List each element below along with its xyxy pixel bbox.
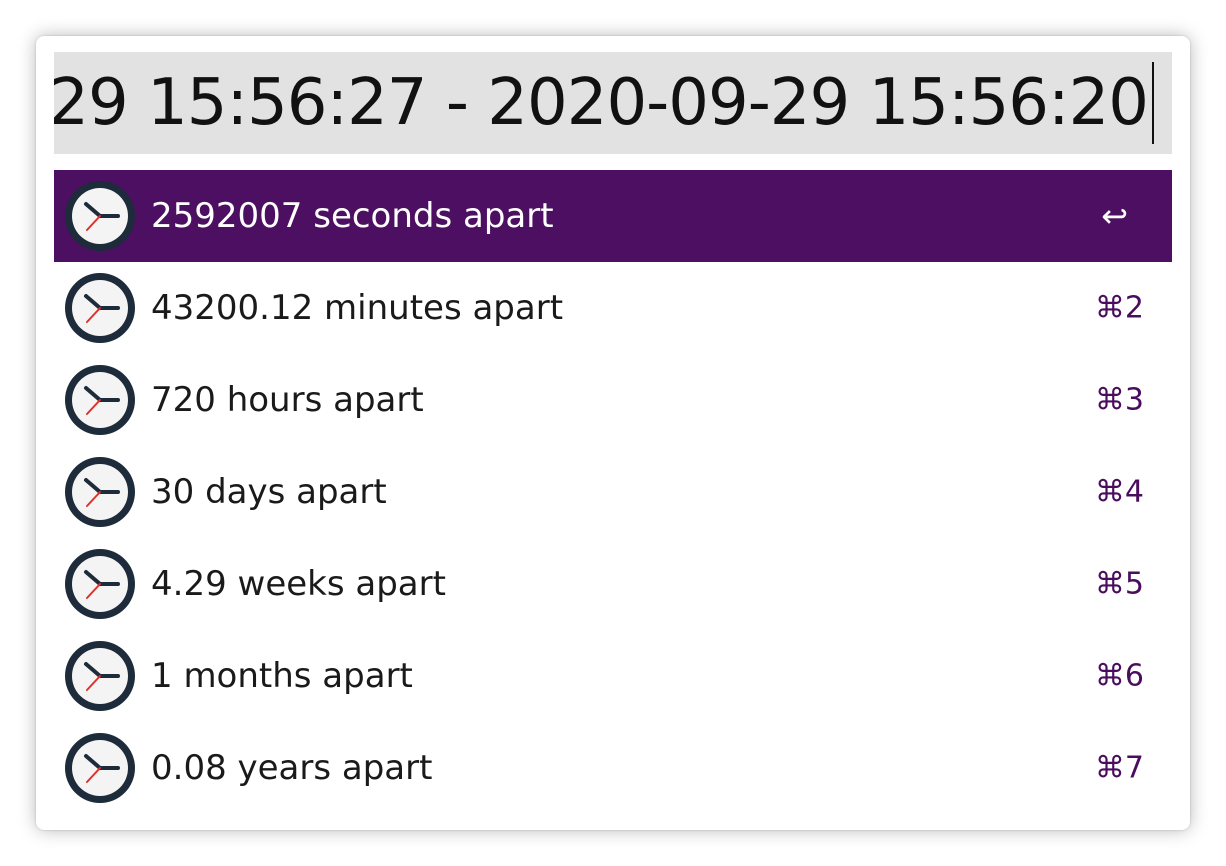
shortcut-hint: ⌘2 <box>1094 290 1144 326</box>
result-title: 43200.12 minutes apart <box>151 288 564 328</box>
shortcut-hint: ⌘6 <box>1094 658 1144 694</box>
shortcut-hint: ⌘4 <box>1094 474 1144 510</box>
clock-icon <box>65 181 135 251</box>
result-item-seconds[interactable]: 2592007 seconds apart ↩ <box>54 170 1172 262</box>
result-item-hours[interactable]: 720 hours apart ⌘3 <box>54 354 1172 446</box>
shortcut-hint: ⌘7 <box>1094 750 1144 786</box>
clock-icon <box>65 365 135 435</box>
results-list: 2592007 seconds apart ↩ 43200.12 minutes… <box>54 170 1172 814</box>
search-query-text[interactable]: 29 15:56:27 - 2020-09-29 15:56:20 <box>54 71 1149 135</box>
shortcut-hint: ⌘5 <box>1094 566 1144 602</box>
result-item-days[interactable]: 30 days apart ⌘4 <box>54 446 1172 538</box>
shortcut-hint: ⌘3 <box>1094 382 1144 418</box>
result-item-months[interactable]: 1 months apart ⌘6 <box>54 630 1172 722</box>
result-title: 1 months apart <box>151 656 413 696</box>
launcher-window: 29 15:56:27 - 2020-09-29 15:56:20 259200… <box>36 36 1190 830</box>
result-item-minutes[interactable]: 43200.12 minutes apart ⌘2 <box>54 262 1172 354</box>
clock-icon <box>65 457 135 527</box>
clock-icon <box>65 273 135 343</box>
result-title: 0.08 years apart <box>151 748 433 788</box>
result-title: 30 days apart <box>151 472 387 512</box>
clock-icon <box>65 733 135 803</box>
clock-icon <box>65 641 135 711</box>
result-title: 4.29 weeks apart <box>151 564 446 604</box>
result-title: 720 hours apart <box>151 380 424 420</box>
result-item-years[interactable]: 0.08 years apart ⌘7 <box>54 722 1172 814</box>
text-caret <box>1152 62 1154 144</box>
result-item-weeks[interactable]: 4.29 weeks apart ⌘5 <box>54 538 1172 630</box>
clock-icon <box>65 549 135 619</box>
return-key-hint: ↩ <box>1101 197 1128 235</box>
result-title: 2592007 seconds apart <box>151 196 554 236</box>
search-input[interactable]: 29 15:56:27 - 2020-09-29 15:56:20 <box>54 52 1172 154</box>
